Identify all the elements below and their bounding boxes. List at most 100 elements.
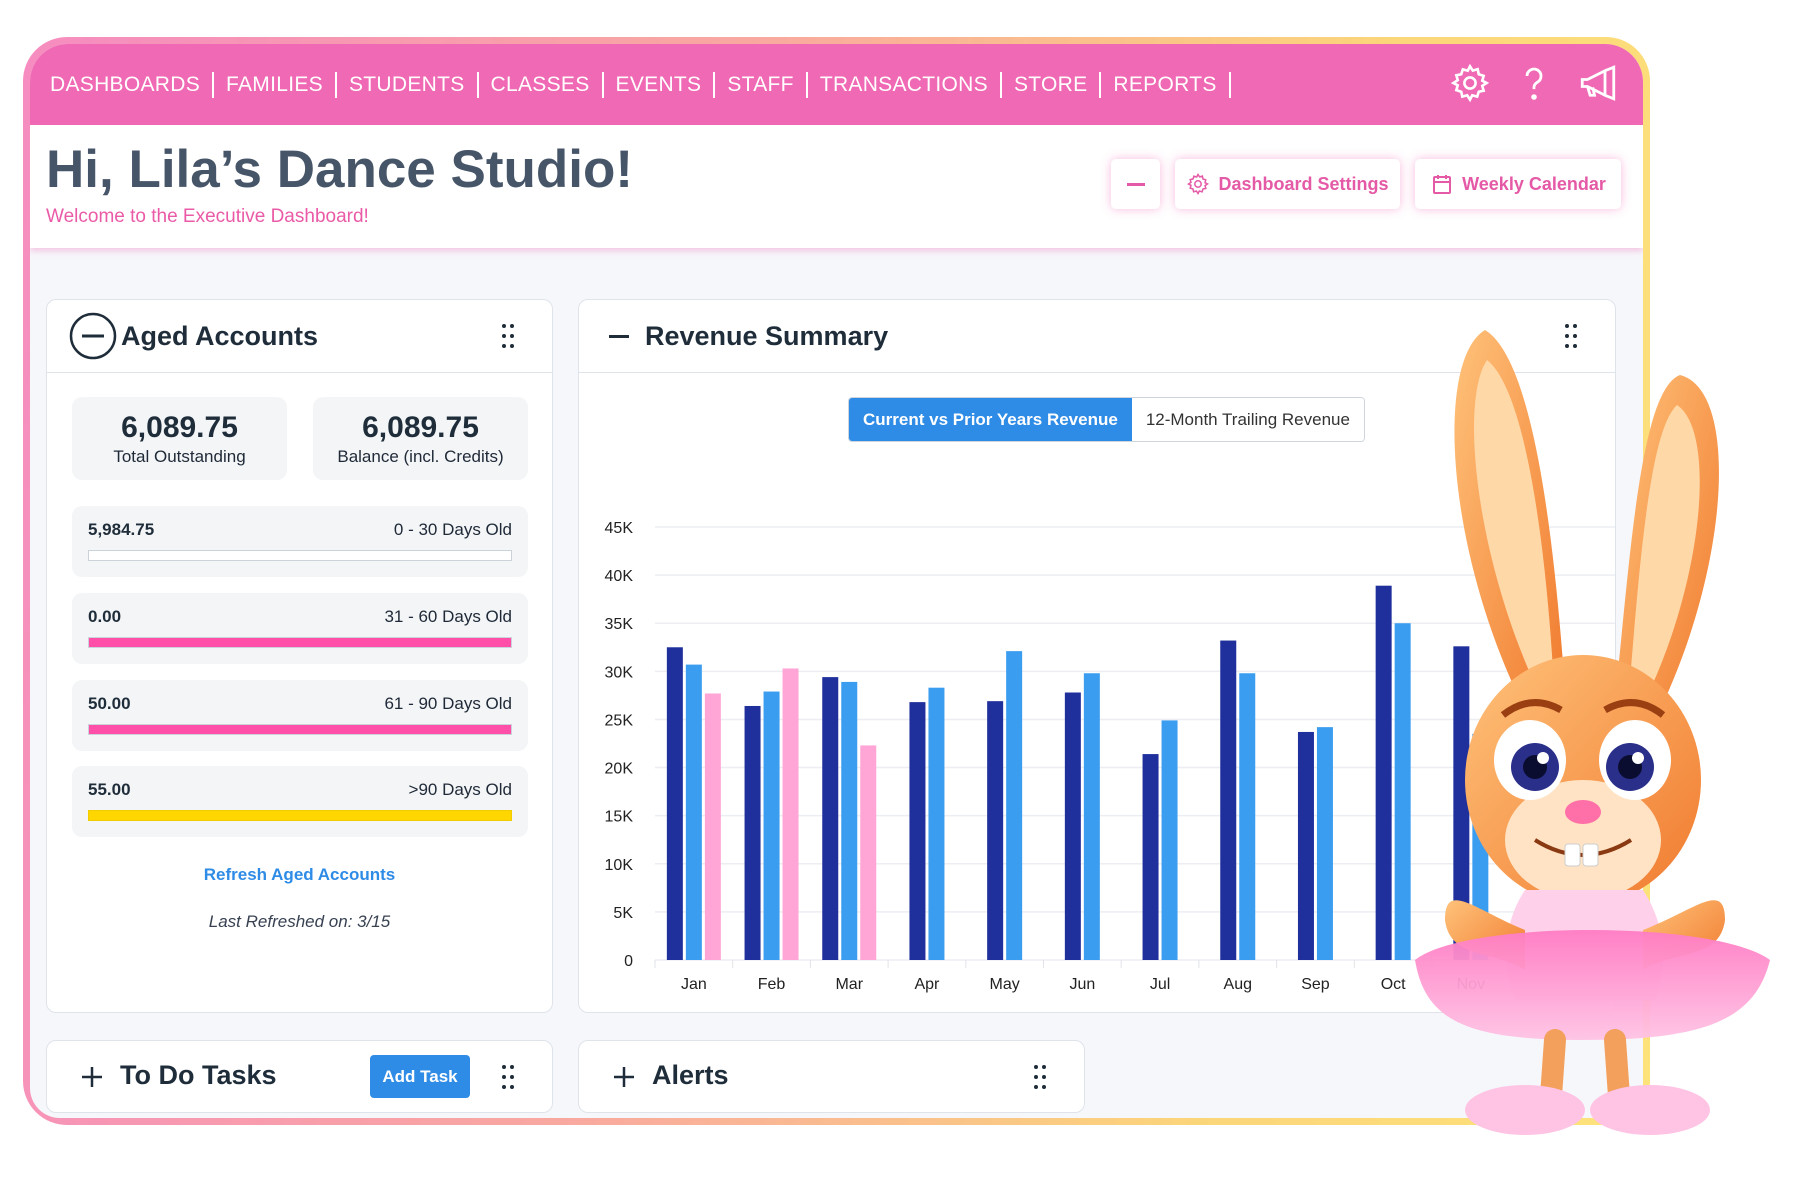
x-tick-label: Jul xyxy=(1150,976,1170,993)
weekly-calendar-label: Weekly Calendar xyxy=(1462,173,1606,194)
x-tick-label: Apr xyxy=(914,976,940,993)
megaphone-icon[interactable] xyxy=(1577,62,1619,104)
y-tick-label: 45K xyxy=(605,520,634,537)
last-refreshed-text: Last Refreshed on: 3/15 xyxy=(208,912,391,931)
stat-value: 6,089.75 xyxy=(362,411,479,444)
aged-accounts-card: Aged Accounts 6,089.75 Total Outstanding… xyxy=(46,299,553,1013)
page-title: Hi, Lila’s Dance Studio! xyxy=(46,140,634,199)
drag-handle-icon[interactable] xyxy=(502,324,514,348)
y-tick-label: 15K xyxy=(605,809,634,826)
minus-icon xyxy=(1126,182,1145,186)
aging-bucket: 0.00 31 - 60 Days Old xyxy=(72,593,528,664)
gear-icon xyxy=(1187,173,1210,195)
todo-tasks-title: To Do Tasks xyxy=(120,1060,277,1090)
nav-events[interactable]: EVENTS xyxy=(604,71,716,98)
refresh-aged-accounts-link[interactable]: Refresh Aged Accounts xyxy=(47,865,552,885)
bar-2023-Jul xyxy=(1161,720,1178,960)
nav-classes[interactable]: CLASSES xyxy=(479,71,604,98)
expand-plus-icon[interactable] xyxy=(81,1066,103,1088)
nav-transactions[interactable]: TRANSACTIONS xyxy=(808,71,1002,98)
x-tick-label: Jun xyxy=(1069,976,1095,993)
collapse-circle-icon[interactable] xyxy=(69,312,117,360)
y-tick-label: 10K xyxy=(605,857,634,874)
dashboard-settings-button[interactable]: Dashboard Settings xyxy=(1175,159,1400,209)
bucket-amount: 0.00 xyxy=(88,607,122,626)
x-tick-label: Sep xyxy=(1301,976,1330,993)
bar-2022-Feb xyxy=(744,705,761,960)
bar-2023-Aug xyxy=(1239,673,1256,960)
bucket-amount: 55.00 xyxy=(88,780,131,799)
bar-2024-Mar xyxy=(860,745,877,960)
nav-staff[interactable]: STAFF xyxy=(715,71,808,98)
y-tick-label: 25K xyxy=(605,712,634,729)
todo-tasks-card: To Do Tasks Add Task xyxy=(46,1040,553,1113)
help-icon[interactable] xyxy=(1513,62,1555,104)
gear-icon[interactable] xyxy=(1449,62,1491,104)
stat-label: Balance (incl. Credits) xyxy=(337,447,504,466)
top-nav: DASHBOARDS FAMILIES STUDENTS CLASSES EVE… xyxy=(30,44,1643,125)
bar-2022-Sep xyxy=(1297,731,1314,960)
bucket-amount: 5,984.75 xyxy=(88,520,155,539)
bar-2022-Jul xyxy=(1142,754,1159,960)
y-tick-label: 20K xyxy=(605,761,634,778)
bar-2022-Oct xyxy=(1375,585,1392,960)
page-header: Hi, Lila’s Dance Studio! Welcome to the … xyxy=(30,125,1643,248)
stat-label: Total Outstanding xyxy=(113,447,246,466)
bar-2023-Sep xyxy=(1316,727,1333,960)
y-tick-label: 0 xyxy=(624,953,633,970)
y-tick-label: 35K xyxy=(605,616,634,633)
x-tick-label: Feb xyxy=(758,976,786,993)
dashboard-settings-label: Dashboard Settings xyxy=(1218,173,1389,194)
y-tick-label: 30K xyxy=(605,664,634,681)
aged-accounts-header: Aged Accounts xyxy=(47,300,552,373)
bar-2022-Aug xyxy=(1220,640,1237,960)
bucket-label: 0 - 30 Days Old xyxy=(393,520,512,539)
bar-2022-Jan xyxy=(666,647,683,960)
alerts-card: Alerts xyxy=(578,1040,1085,1113)
bucket-label: 31 - 60 Days Old xyxy=(384,607,512,626)
nav-students[interactable]: STUDENTS xyxy=(337,71,479,98)
total-outstanding-stat: 6,089.75 Total Outstanding xyxy=(72,397,287,480)
collapse-button[interactable] xyxy=(1111,159,1160,209)
bar-2023-Feb xyxy=(763,691,780,960)
alerts-title: Alerts xyxy=(652,1060,729,1090)
aging-bucket: 5,984.75 0 - 30 Days Old xyxy=(72,506,528,577)
drag-handle-icon[interactable] xyxy=(502,1065,514,1089)
y-tick-label: 40K xyxy=(605,568,634,585)
bunny-mascot-illustration xyxy=(1415,330,1770,1135)
aging-bucket: 55.00 >90 Days Old xyxy=(72,766,528,837)
bucket-bar xyxy=(88,724,512,735)
aging-bucket: 50.00 61 - 90 Days Old xyxy=(72,680,528,751)
bucket-amount: 50.00 xyxy=(88,694,131,713)
add-task-button[interactable]: Add Task xyxy=(370,1055,470,1098)
calendar-icon xyxy=(1433,175,1452,194)
aged-accounts-title: Aged Accounts xyxy=(121,320,319,351)
x-tick-label: Aug xyxy=(1224,976,1252,993)
bucket-bar xyxy=(88,637,512,648)
bar-2022-Jun xyxy=(1064,692,1081,960)
expand-plus-icon[interactable] xyxy=(613,1066,635,1088)
app-window: DASHBOARDS FAMILIES STUDENTS CLASSES EVE… xyxy=(30,44,1643,1118)
balance-stat: 6,089.75 Balance (incl. Credits) xyxy=(313,397,528,480)
x-tick-label: Mar xyxy=(835,976,863,993)
nav-families[interactable]: FAMILIES xyxy=(214,71,337,98)
nav-store[interactable]: STORE xyxy=(1002,71,1102,98)
x-tick-label: Oct xyxy=(1381,976,1406,993)
nav-dashboards[interactable]: DASHBOARDS xyxy=(50,71,215,98)
bar-2023-Mar xyxy=(841,681,858,960)
bar-2023-May xyxy=(1006,651,1023,960)
nav-reports[interactable]: REPORTS xyxy=(1101,71,1231,98)
bucket-label: >90 Days Old xyxy=(408,780,512,799)
drag-handle-icon[interactable] xyxy=(1034,1065,1046,1089)
bar-2022-Apr xyxy=(909,702,926,960)
page-subtitle: Welcome to the Executive Dashboard! xyxy=(46,206,369,227)
stat-value: 6,089.75 xyxy=(121,411,238,444)
x-tick-label: Jan xyxy=(681,976,707,993)
bar-2023-Apr xyxy=(928,687,945,960)
bar-2024-Feb xyxy=(782,668,799,960)
weekly-calendar-button[interactable]: Weekly Calendar xyxy=(1415,159,1621,209)
bar-2022-Mar xyxy=(822,677,839,960)
bucket-label: 61 - 90 Days Old xyxy=(384,694,512,713)
bar-2023-Jan xyxy=(685,664,702,960)
bar-2022-May xyxy=(987,701,1004,960)
